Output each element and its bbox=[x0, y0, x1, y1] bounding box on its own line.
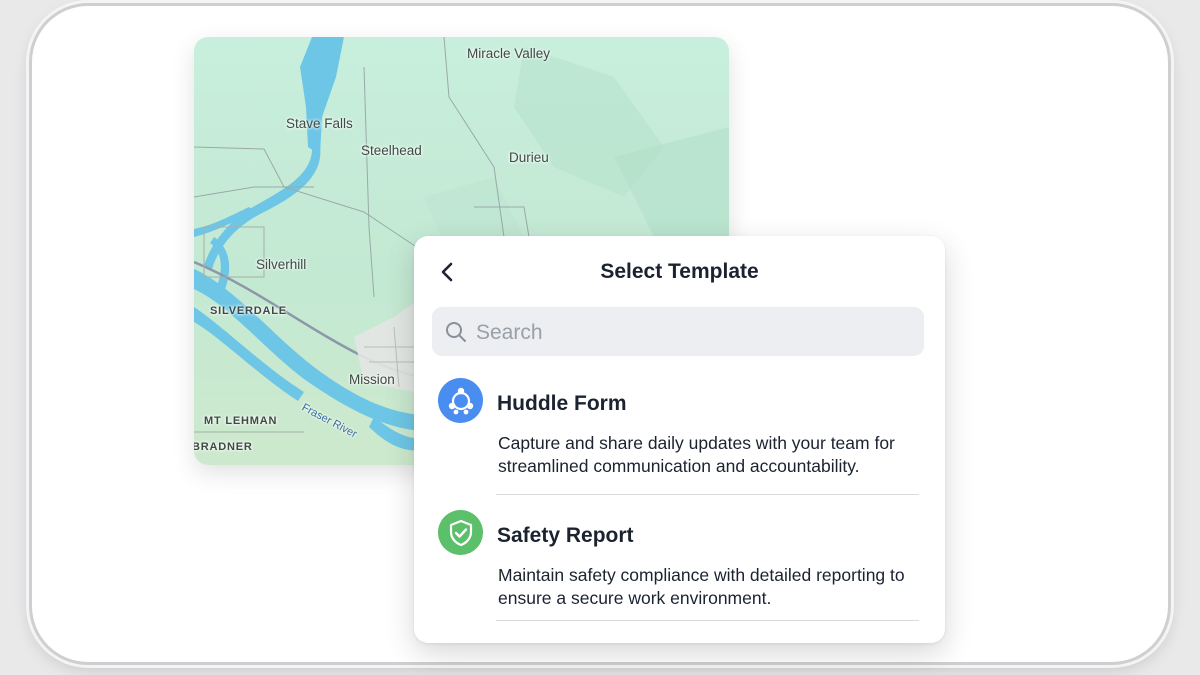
search-input[interactable] bbox=[474, 307, 908, 358]
map-label-miracle-valley: Miracle Valley bbox=[467, 46, 551, 61]
map-label-durieu: Durieu bbox=[509, 150, 549, 165]
search-bar[interactable] bbox=[432, 307, 924, 358]
map-label-mission: Mission bbox=[349, 372, 395, 387]
map-label-steelhead: Steelhead bbox=[361, 143, 422, 158]
search-icon bbox=[446, 322, 466, 342]
shield-check-icon bbox=[438, 510, 483, 555]
dialog-title: Select Template bbox=[600, 260, 759, 283]
template-item-huddle-form[interactable]: Huddle Form Capture and share daily upda… bbox=[414, 378, 945, 488]
divider bbox=[496, 620, 919, 621]
template-description: Maintain safety compliance with detailed… bbox=[498, 565, 905, 608]
map-label-silverdale: SILVERDALE bbox=[210, 305, 287, 317]
select-template-dialog: Select Template Huddle Form Capture and … bbox=[414, 236, 945, 643]
template-item-safety-report[interactable]: Safety Report Maintain safety compliance… bbox=[414, 510, 945, 620]
map-label-silverhill: Silverhill bbox=[256, 257, 307, 272]
map-label-bradner: BRADNER bbox=[194, 441, 253, 453]
template-title: Safety Report bbox=[497, 524, 634, 547]
map-label-mt-lehman: MT LEHMAN bbox=[204, 415, 278, 427]
template-description: Capture and share daily updates with you… bbox=[498, 433, 895, 476]
divider bbox=[496, 494, 919, 495]
template-title: Huddle Form bbox=[497, 392, 627, 415]
map-label-stave-falls: Stave Falls bbox=[286, 116, 353, 131]
team-huddle-icon bbox=[438, 378, 483, 423]
